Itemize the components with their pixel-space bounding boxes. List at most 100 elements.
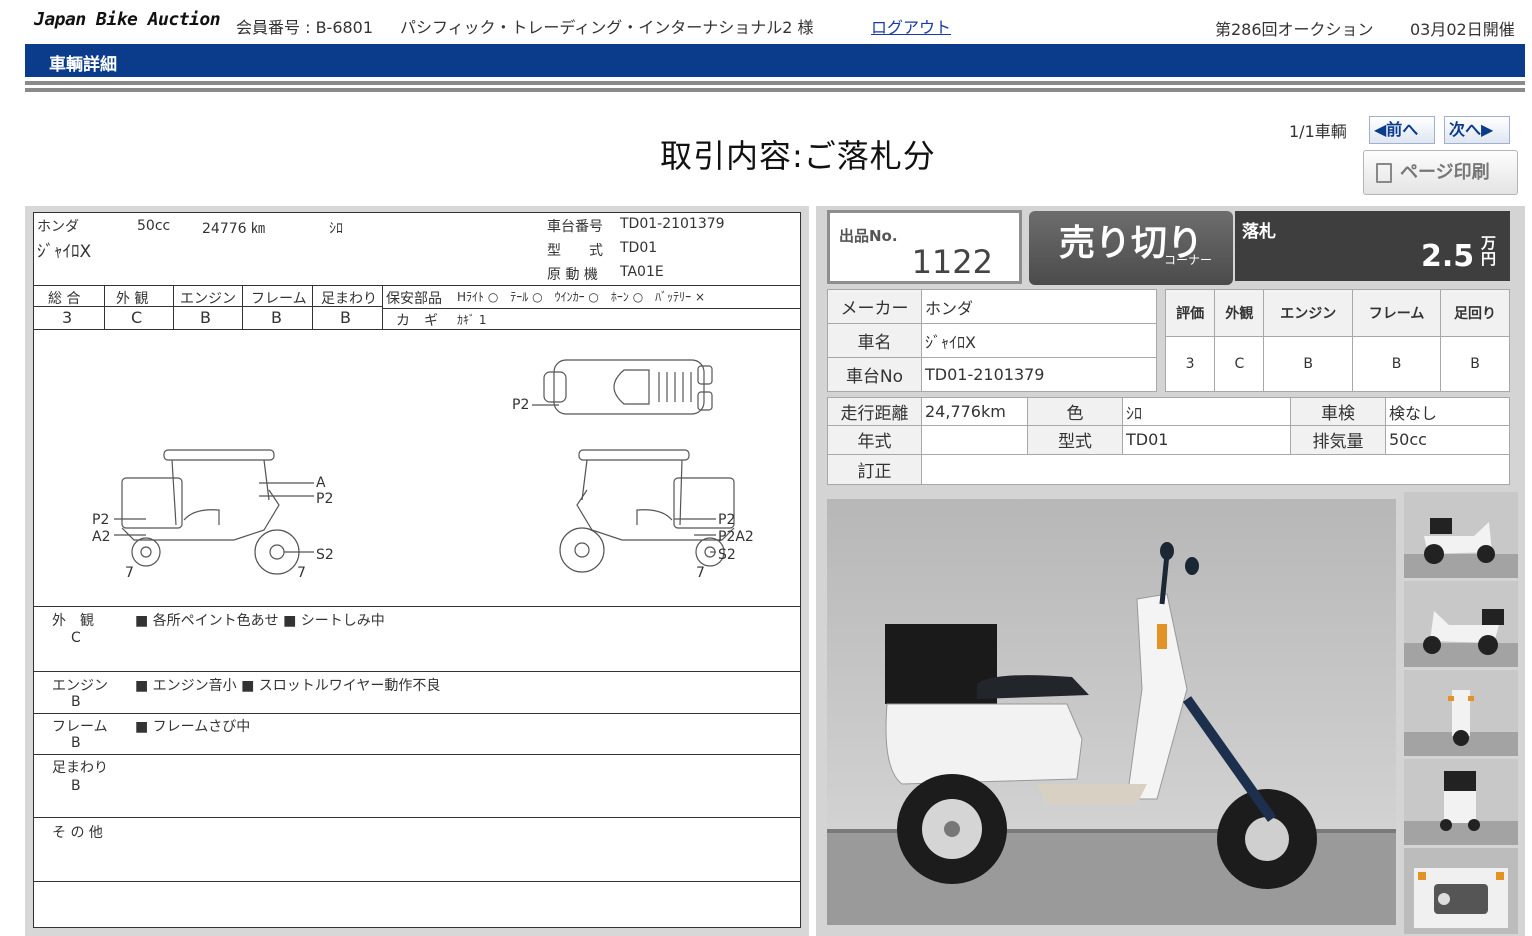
divider bbox=[382, 308, 800, 309]
safety-items: Hﾗｲﾄ ○ ﾃｰﾙ ○ ｳｲﾝｶｰ ○ ﾎｰﾝ ○ ﾊﾞｯﾃﾘｰ × bbox=[457, 290, 706, 304]
page-title: 取引内容:ご落札分 bbox=[660, 137, 936, 175]
photo-thumbnail[interactable] bbox=[1404, 670, 1518, 756]
site-logo[interactable]: Japan Bike Auction bbox=[34, 9, 221, 30]
lot-number: 1122 bbox=[911, 243, 993, 281]
grade-frame: B bbox=[271, 308, 282, 327]
correction-label: 訂正 bbox=[827, 453, 922, 486]
remark-text-exterior: ■ 各所ペイント色あせ ■ シートしみ中 bbox=[135, 613, 385, 629]
diagram-label: S2 bbox=[316, 547, 334, 563]
sheet-frame-label: 車台番号 bbox=[547, 219, 603, 235]
bid-value: 2.5 bbox=[1421, 239, 1475, 274]
remark-text-frame: ■ フレームさび中 bbox=[135, 719, 251, 735]
sheet-engine-label: 原 動 機 bbox=[547, 267, 598, 283]
sheet-model-name: ｼﾞｬｲﾛX bbox=[37, 242, 92, 262]
divider bbox=[34, 713, 800, 714]
correction-value bbox=[921, 453, 1510, 486]
main-vehicle-photo[interactable] bbox=[827, 499, 1396, 925]
grade-header-suspension: 足まわり bbox=[321, 291, 377, 307]
divider bbox=[382, 285, 383, 329]
type-value: TD01 bbox=[1122, 425, 1291, 455]
grade-overall: 3 bbox=[62, 308, 73, 327]
grade-header: 評価 bbox=[1164, 289, 1216, 337]
grade-header: フレーム bbox=[1352, 289, 1442, 337]
damage-diagram bbox=[114, 359, 735, 575]
sheet-type: TD01 bbox=[620, 240, 658, 256]
divider bbox=[173, 285, 174, 329]
divider bbox=[34, 285, 800, 286]
print-button[interactable]: ページ印刷 bbox=[1363, 150, 1518, 195]
divider bbox=[34, 671, 800, 672]
grade-value: B bbox=[1352, 336, 1442, 392]
remark-label-engine: エンジン bbox=[52, 678, 108, 694]
color-value: ｼﾛ bbox=[1122, 396, 1291, 427]
remark-label-other: そ の 他 bbox=[52, 825, 103, 841]
member-number: 会員番号 : B-6801 bbox=[236, 18, 374, 37]
prev-button[interactable]: ◀前へ bbox=[1369, 116, 1435, 144]
diagram-label: 7 bbox=[297, 565, 306, 581]
diagram-label: P2 bbox=[92, 512, 110, 528]
vehicle-count: 1/1車輌 bbox=[1289, 122, 1347, 141]
diagram-label: P2 bbox=[512, 397, 530, 413]
grade-header-engine: エンジン bbox=[180, 291, 236, 307]
mileage-value: 24,776km bbox=[921, 396, 1028, 427]
sheet-maker: ホンダ bbox=[37, 219, 79, 235]
grade-header-frame: フレーム bbox=[251, 291, 307, 307]
divider bbox=[104, 285, 105, 329]
divider bbox=[242, 285, 243, 329]
divider bbox=[25, 81, 1525, 85]
grade-engine: B bbox=[200, 308, 211, 327]
mileage-label: 走行距離 bbox=[827, 396, 922, 427]
grade-exterior: C bbox=[131, 308, 143, 327]
grade-header: 足回り bbox=[1440, 289, 1510, 337]
side-view-left-diagram bbox=[114, 449, 314, 575]
grade-table: 評価 外観 エンジン フレーム 足回り 3 C B B B bbox=[1164, 289, 1510, 392]
member-name: パシフィック・トレーディング・インターナショナル2 様 bbox=[400, 18, 814, 37]
sheet-color: ｼﾛ bbox=[329, 221, 343, 237]
displacement-label: 排気量 bbox=[1290, 425, 1386, 455]
grade-header: 外観 bbox=[1214, 289, 1265, 337]
winning-bid-box: 落札 2.5 万円 bbox=[1235, 211, 1510, 281]
bid-unit: 万円 bbox=[1481, 234, 1497, 268]
lot-number-box: 出品No. 1122 bbox=[827, 210, 1022, 284]
photo-thumbnail[interactable] bbox=[1404, 581, 1518, 667]
safety-label: 保安部品 bbox=[386, 291, 442, 307]
photo-thumbnail[interactable] bbox=[1404, 759, 1518, 845]
grade-header: エンジン bbox=[1263, 289, 1354, 337]
diagram-label: S2 bbox=[718, 547, 736, 563]
sheet-type-label: 型 式 bbox=[547, 243, 603, 259]
key-value: ｶｷﾞ 1 bbox=[457, 313, 487, 327]
auction-date: 03月02日開催 bbox=[1410, 20, 1515, 39]
year-value bbox=[921, 425, 1028, 455]
name-label: 車名 bbox=[827, 323, 922, 358]
divider bbox=[312, 285, 313, 329]
photo-thumbnail[interactable] bbox=[1404, 848, 1518, 934]
vehicle-info-table: メーカー ホンダ 車名 ｼﾞｬｲﾛX 車台No TD01-2101379 bbox=[827, 289, 1157, 392]
grade-suspension: B bbox=[340, 308, 351, 327]
sheet-engine: TA01E bbox=[620, 264, 664, 280]
print-label: ページ印刷 bbox=[1400, 162, 1490, 183]
divider bbox=[34, 881, 800, 882]
frame-label: 車台No bbox=[827, 357, 922, 392]
maker-label: メーカー bbox=[827, 289, 922, 324]
remark-text-engine: ■ エンジン音小 ■ スロットルワイヤー動作不良 bbox=[135, 678, 441, 694]
diagram-label: 7 bbox=[125, 565, 134, 581]
key-label: カ ギ bbox=[396, 313, 438, 329]
photo-thumbnail[interactable] bbox=[1404, 492, 1518, 578]
grade-header-overall: 総 合 bbox=[48, 291, 81, 307]
next-button[interactable]: 次へ▶ bbox=[1444, 116, 1510, 144]
divider bbox=[34, 754, 800, 755]
sold-sub-label: コーナー bbox=[1164, 253, 1213, 267]
remark-label-exterior: 外 観 bbox=[52, 613, 94, 629]
divider bbox=[34, 817, 800, 818]
bid-label: 落札 bbox=[1242, 222, 1276, 242]
remark-grade-suspension: B bbox=[71, 778, 81, 794]
sheet-frame-no: TD01-2101379 bbox=[620, 216, 725, 232]
condition-sheet: ホンダ 50cc 24776 ㎞ ｼﾛ ｼﾞｬｲﾛX 車台番号 TD01-210… bbox=[33, 212, 801, 928]
type-label: 型式 bbox=[1027, 425, 1123, 455]
remark-grade-frame: B bbox=[71, 735, 81, 751]
diagram-label: P2A2 bbox=[718, 529, 754, 545]
remark-grade-exterior: C bbox=[71, 630, 81, 646]
logout-link[interactable]: ログアウト bbox=[871, 14, 951, 38]
grade-value: B bbox=[1440, 336, 1510, 392]
top-view-diagram bbox=[532, 359, 713, 415]
